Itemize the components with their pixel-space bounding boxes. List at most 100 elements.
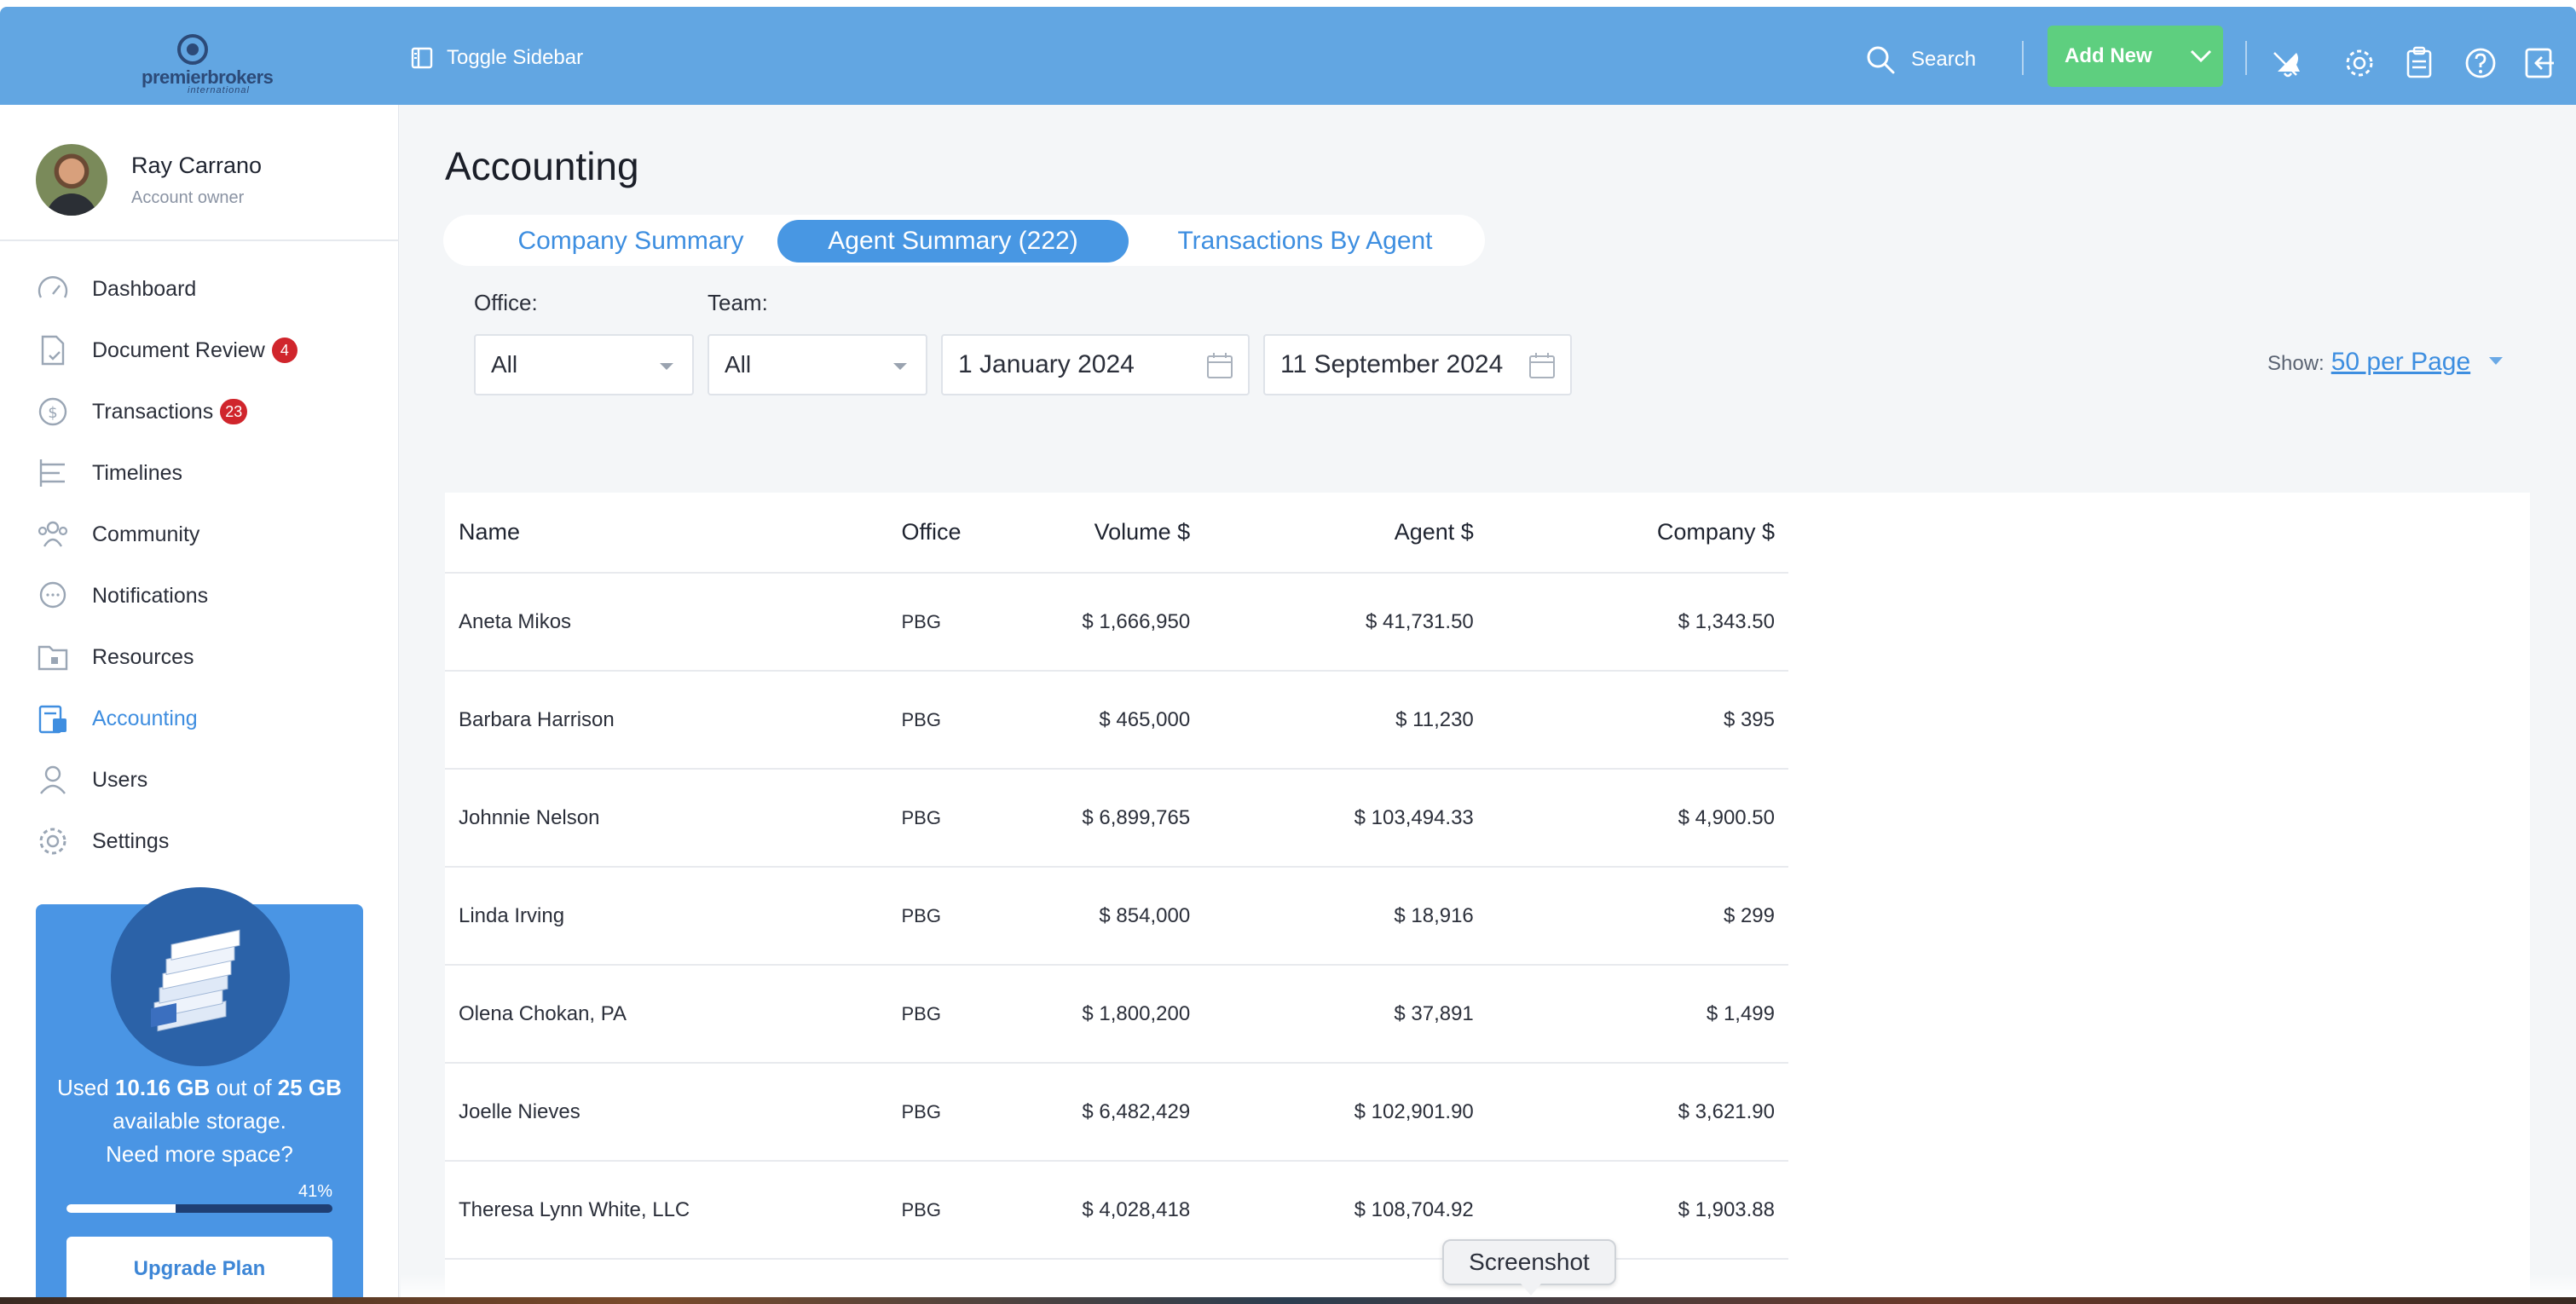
sidebar-item-dashboard[interactable]: Dashboard bbox=[0, 258, 399, 320]
storage-illustration bbox=[111, 887, 290, 1066]
timeline-icon bbox=[39, 459, 65, 487]
cell-volume: $ 854,000 bbox=[1042, 867, 1204, 966]
cell-volume: $ 6,482,429 bbox=[1042, 1063, 1204, 1162]
tab-company-summary[interactable]: Company Summary bbox=[460, 220, 801, 263]
caret-down-icon[interactable] bbox=[2489, 357, 2504, 365]
user-profile[interactable]: Ray Carrano Account owner bbox=[0, 105, 399, 241]
cell-volume: $ 6,899,765 bbox=[1042, 769, 1204, 868]
sidebar-toggle-icon bbox=[411, 47, 433, 69]
table-row[interactable]: Aneta Mikos PBG $ 1,666,950 $ 41,731.50 … bbox=[445, 573, 1788, 672]
sidebar-nav: Dashboard Document Review 4 $ Transactio… bbox=[0, 258, 399, 872]
sidebar-item-notifications[interactable]: Notifications bbox=[0, 565, 399, 626]
calendar-icon[interactable] bbox=[1205, 351, 1234, 380]
cell-company: $ 299 bbox=[1487, 867, 1788, 966]
logout-icon[interactable] bbox=[2523, 46, 2557, 80]
column-header-agent[interactable]: Agent $ bbox=[1204, 493, 1487, 574]
cell-volume: $ 465,000 bbox=[1042, 671, 1204, 770]
column-header-volume[interactable]: Volume $ bbox=[1042, 493, 1204, 574]
sidebar-item-label: Document Review bbox=[92, 338, 265, 362]
sidebar-item-transactions[interactable]: $ Transactions 23 bbox=[0, 381, 399, 442]
sidebar-item-timelines[interactable]: Timelines bbox=[0, 442, 399, 504]
tab-transactions-by-agent[interactable]: Transactions By Agent bbox=[1144, 220, 1466, 263]
calculator-icon bbox=[38, 705, 66, 734]
upgrade-plan-button[interactable]: Upgrade Plan bbox=[66, 1237, 332, 1297]
sidebar-item-label: Notifications bbox=[92, 583, 209, 608]
storage-percent: 41% bbox=[297, 1182, 332, 1201]
notification-badge: 4 bbox=[271, 338, 297, 363]
page-size-select[interactable]: 50 per Page bbox=[2331, 348, 2470, 377]
cell-name[interactable]: Olena Chokan, PA bbox=[445, 965, 888, 1064]
top-bar: premierbrokers international Toggle Side… bbox=[0, 7, 2576, 105]
add-new-button[interactable]: Add New bbox=[2048, 26, 2223, 87]
notification-badge: 23 bbox=[220, 399, 248, 424]
sidebar-item-resources[interactable]: Resources bbox=[0, 626, 399, 688]
sidebar-item-label: Settings bbox=[92, 828, 170, 853]
cell-company: $ 1,343.50 bbox=[1487, 573, 1788, 672]
tooltip: Screenshot bbox=[1442, 1239, 1616, 1295]
toggle-sidebar-button[interactable]: Toggle Sidebar bbox=[411, 46, 583, 70]
column-header-name[interactable]: Name bbox=[445, 493, 888, 574]
clipboard-icon[interactable] bbox=[2402, 46, 2436, 80]
caret-down-icon bbox=[893, 363, 907, 370]
sidebar-item-community[interactable]: Community bbox=[0, 504, 399, 565]
sidebar-item-users[interactable]: Users bbox=[0, 749, 399, 811]
avatar[interactable] bbox=[36, 144, 107, 216]
desktop-strip bbox=[0, 1297, 2576, 1304]
user-icon bbox=[40, 765, 66, 794]
sidebar-item-document-review[interactable]: Document Review 4 bbox=[0, 320, 399, 381]
divider bbox=[2022, 41, 2024, 75]
sidebar-item-settings[interactable]: Settings bbox=[0, 811, 399, 872]
cell-office: PBG bbox=[887, 671, 1043, 770]
search-button[interactable]: Search bbox=[1865, 44, 1976, 75]
sidebar-item-label: Community bbox=[92, 522, 200, 546]
cell-name[interactable]: Aneta Mikos bbox=[445, 573, 888, 672]
logo-mark bbox=[177, 34, 208, 65]
sidebar-item-label: Dashboard bbox=[92, 276, 197, 301]
storage-card: Used 10.16 GB out of 25 GB available sto… bbox=[36, 887, 363, 1297]
help-icon[interactable] bbox=[2463, 46, 2498, 80]
office-select-value: All bbox=[491, 351, 518, 378]
cell-office: PBG bbox=[887, 1161, 1043, 1260]
date-from-field[interactable]: 1 January 2024 bbox=[941, 334, 1250, 395]
table-row[interactable]: Joelle Nieves PBG $ 6,482,429 $ 102,901.… bbox=[445, 1063, 1788, 1162]
sidebar-item-label: Timelines bbox=[92, 460, 183, 485]
people-icon bbox=[38, 521, 68, 547]
storage-progress-bar bbox=[66, 1204, 332, 1213]
calendar-icon[interactable] bbox=[1528, 351, 1557, 380]
sidebar-item-label: Resources bbox=[92, 644, 194, 669]
toggle-sidebar-label: Toggle Sidebar bbox=[447, 46, 584, 69]
table-header-row: Name Office Volume $ Agent $ Company $ bbox=[445, 493, 1788, 574]
cell-company: $ 4,900.50 bbox=[1487, 769, 1788, 868]
column-header-office[interactable]: Office bbox=[887, 493, 1043, 574]
table-row[interactable]: Olena Chokan, PA PBG $ 1,800,200 $ 37,89… bbox=[445, 965, 1788, 1064]
table-row[interactable]: Barbara Harrison PBG $ 465,000 $ 11,230 … bbox=[445, 671, 1788, 770]
company-logo[interactable]: premierbrokers international bbox=[136, 32, 274, 95]
search-label: Search bbox=[1911, 48, 1977, 71]
bell-slash-icon[interactable] bbox=[2271, 46, 2305, 80]
team-select[interactable]: All bbox=[708, 334, 927, 395]
gear-icon[interactable] bbox=[2342, 46, 2377, 80]
page-size-control: Show: 50 per Page bbox=[2267, 348, 2504, 377]
caret-down-icon bbox=[660, 363, 673, 370]
table-row[interactable]: Linda Irving PBG $ 854,000 $ 18,916 $ 29… bbox=[445, 867, 1788, 966]
chevron-down-icon bbox=[2190, 49, 2211, 63]
date-to-field[interactable]: 11 September 2024 bbox=[1263, 334, 1572, 395]
column-header-company[interactable]: Company $ bbox=[1487, 493, 1788, 574]
cell-name[interactable]: Johnnie Nelson bbox=[445, 769, 888, 868]
chat-bubble-icon bbox=[39, 581, 66, 609]
cell-name[interactable]: Joelle Nieves bbox=[445, 1063, 888, 1162]
cell-agent: $ 37,891 bbox=[1204, 965, 1487, 1064]
team-select-value: All bbox=[725, 351, 752, 378]
sidebar-item-accounting[interactable]: Accounting bbox=[0, 688, 399, 749]
cell-name[interactable]: Linda Irving bbox=[445, 867, 888, 966]
tab-agent-summary[interactable]: Agent Summary (222) bbox=[777, 220, 1129, 263]
table-row[interactable]: Johnnie Nelson PBG $ 6,899,765 $ 103,494… bbox=[445, 769, 1788, 868]
dollar-circle-icon: $ bbox=[38, 397, 67, 426]
cell-company: $ 395 bbox=[1487, 671, 1788, 770]
cell-name[interactable]: Theresa Lynn White, LLC bbox=[445, 1161, 888, 1260]
office-select[interactable]: All bbox=[474, 334, 694, 395]
cell-name[interactable]: Barbara Harrison bbox=[445, 671, 888, 770]
cell-agent: $ 41,731.50 bbox=[1204, 573, 1487, 672]
user-role: Account owner bbox=[131, 188, 245, 207]
cell-office: PBG bbox=[887, 769, 1043, 868]
